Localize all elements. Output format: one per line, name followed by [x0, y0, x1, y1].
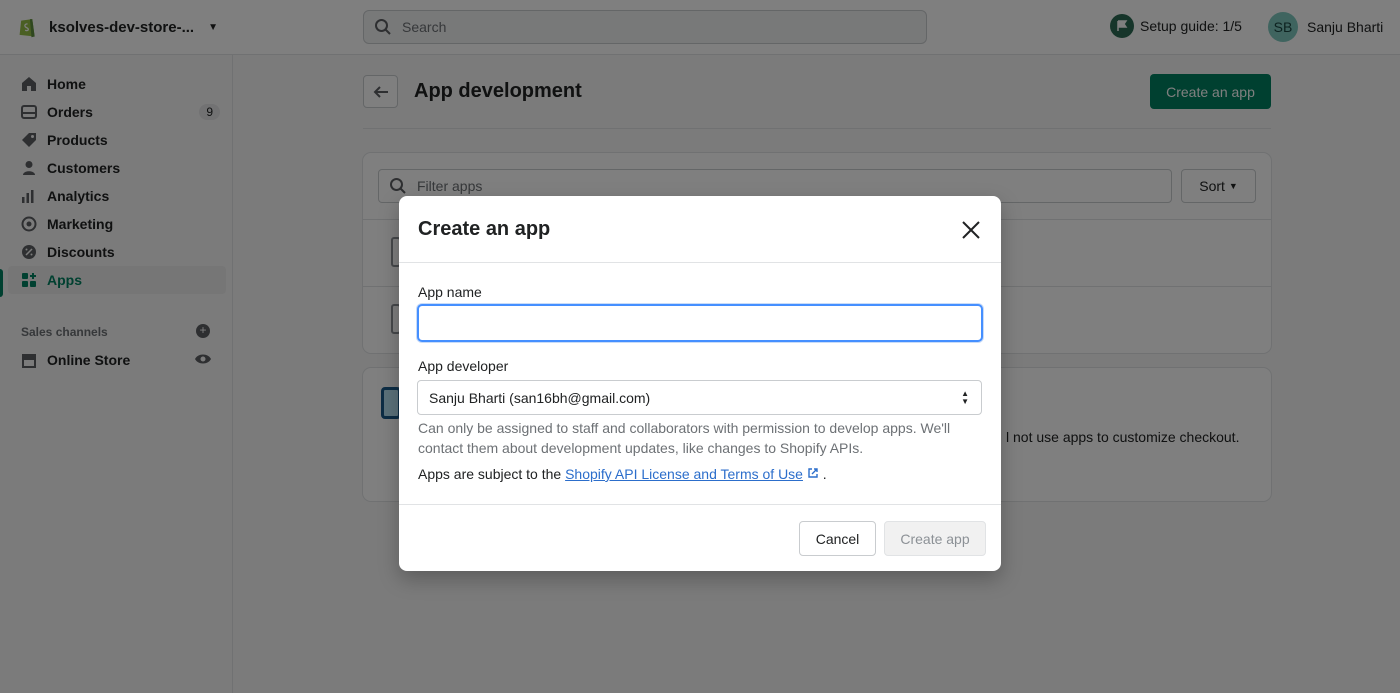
modal-title: Create an app	[418, 218, 551, 240]
external-link-icon	[808, 468, 818, 478]
modal-footer: Cancel Create app	[399, 504, 1001, 571]
app-name-input[interactable]	[417, 304, 983, 342]
terms-text: Apps are subject to the Shopify API Lice…	[418, 466, 827, 482]
app-developer-value: Sanju Bharti (san16bh@gmail.com)	[429, 389, 651, 406]
app-developer-label: App developer	[418, 358, 509, 374]
terms-suffix: .	[822, 466, 827, 482]
terms-link[interactable]: Shopify API License and Terms of Use	[565, 466, 803, 482]
close-icon[interactable]	[959, 218, 983, 242]
create-app-modal: Create an app App name App developer San…	[399, 196, 1001, 571]
terms-prefix: Apps are subject to the	[418, 466, 566, 482]
create-app-button[interactable]: Create app	[884, 521, 986, 556]
modal-header: Create an app	[399, 196, 1001, 263]
select-arrows-icon: ▲ ▼	[961, 389, 969, 406]
app-name-label: App name	[418, 284, 482, 300]
help-text: Can only be assigned to staff and collab…	[418, 420, 951, 456]
app-developer-select[interactable]: Sanju Bharti (san16bh@gmail.com) ▲ ▼	[417, 380, 982, 415]
cancel-button[interactable]: Cancel	[799, 521, 876, 556]
